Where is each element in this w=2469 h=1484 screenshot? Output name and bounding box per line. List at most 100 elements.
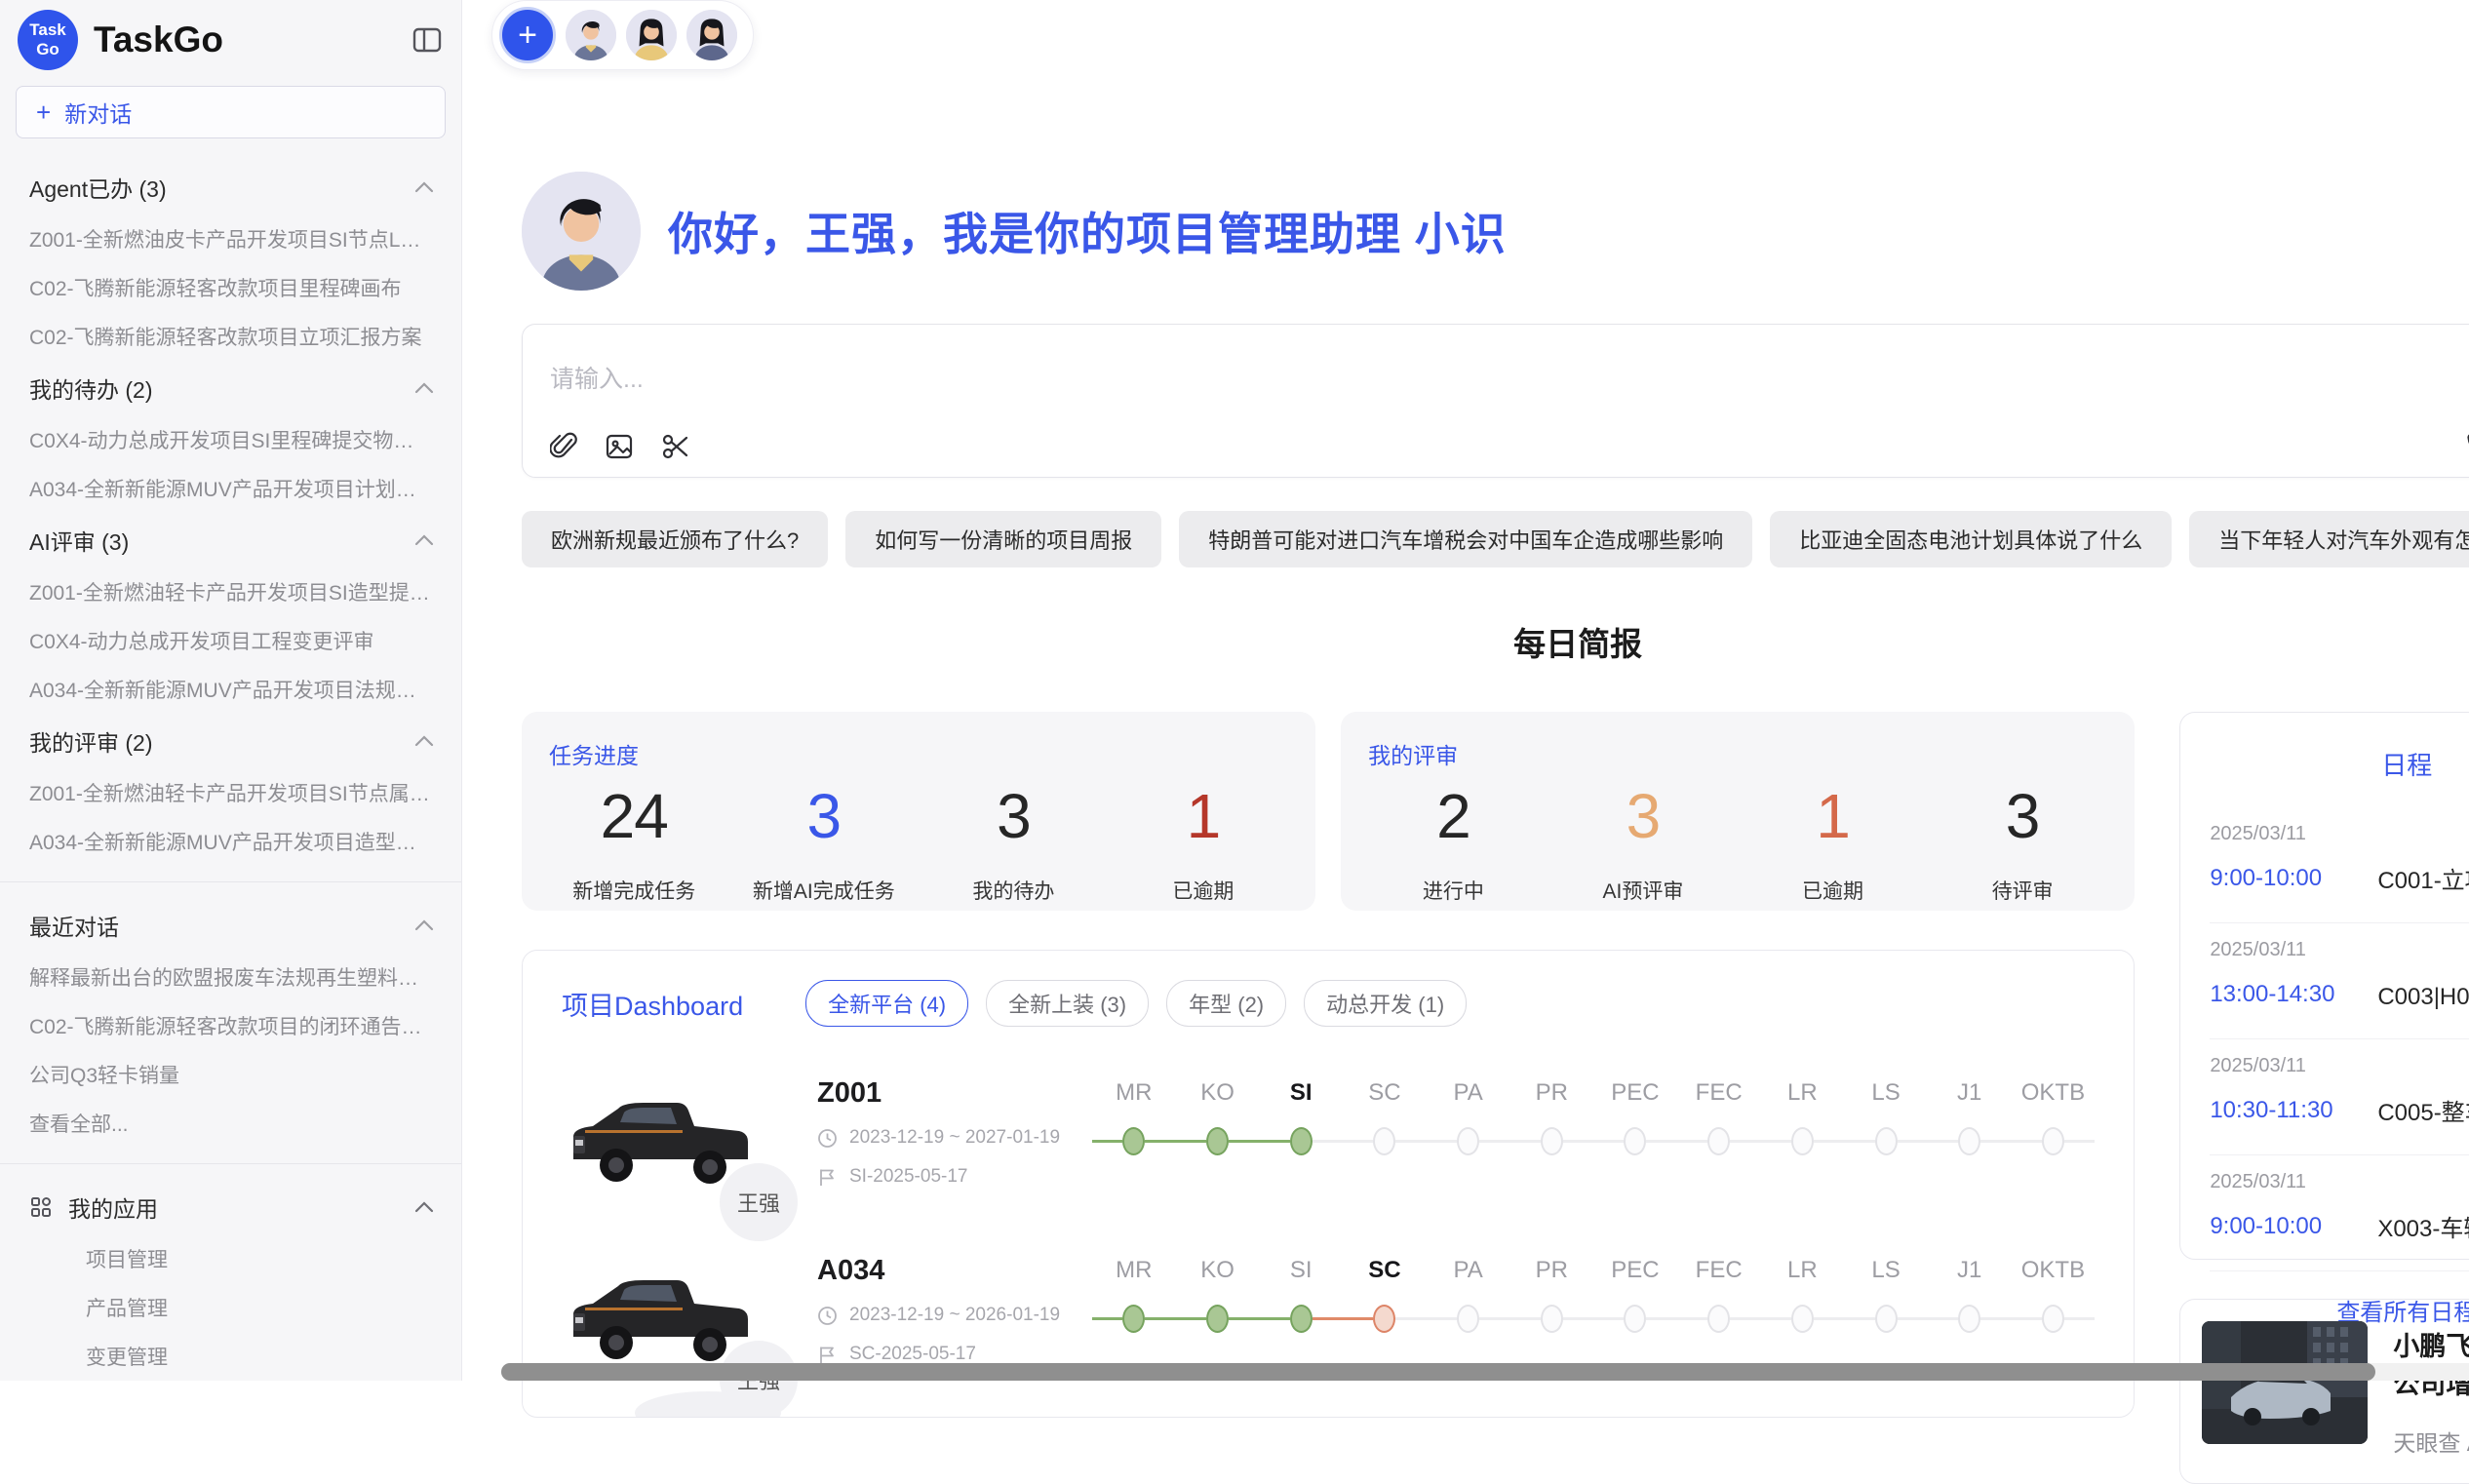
milestone-connector — [1229, 1317, 1259, 1320]
sidebar-item[interactable]: A034-全新新能源MUV产品开发项目计划变更表编写 — [0, 464, 461, 513]
horizontal-scrollbar-track[interactable] — [501, 1363, 2469, 1381]
content: 你好，王强，我是你的项目管理助理 小识 请输入... — [462, 70, 2469, 1484]
chat-input-placeholder: 请输入... — [550, 360, 2469, 395]
sidebar-item[interactable]: C02-飞腾新能源轻客改款项目里程碑画布 — [0, 263, 461, 312]
apps-grid-icon — [29, 1195, 53, 1219]
milestone-dot[interactable] — [2042, 1127, 2064, 1155]
sidebar-item[interactable]: Z001-全新燃油轻卡产品开发项目SI节点属性5D文件评审 — [0, 768, 461, 817]
milestone-dot[interactable] — [1373, 1305, 1395, 1333]
app-item[interactable]: 项目管理 — [0, 1234, 461, 1283]
suggestion-chip[interactable]: 特朗普可能对进口汽车增税会对中国车企造成哪些影响 — [1179, 511, 1752, 567]
briefing-header: 每日简报 — [522, 620, 2469, 663]
recent-chat-item[interactable]: C02-飞腾新能源轻客改款项目的闭环通告反馈情况 — [0, 1001, 461, 1050]
filter-pill[interactable]: 年型 (2) — [1166, 980, 1286, 1027]
milestone-connector — [1563, 1140, 1593, 1143]
milestone-dot[interactable] — [1958, 1305, 1980, 1333]
app-item[interactable]: 变更管理 — [0, 1332, 461, 1381]
topbar: + 王强 — [462, 0, 2469, 70]
sidebar-section-header[interactable]: Agent已办 (3) — [0, 160, 461, 215]
suggestion-chip[interactable]: 当下年轻人对汽车外观有怎样的喜好趋势 — [2189, 511, 2469, 567]
sidebar-item[interactable]: Z001-全新燃油轻卡产品开发项目SI造型提交物评审 — [0, 567, 461, 616]
news-card[interactable]: 小鹏飞行汽车制造公司增资 天眼查 App 显示，近日广州汇天飞行汽 — [2179, 1299, 2469, 1484]
milestone-dot[interactable] — [1791, 1305, 1814, 1333]
my-apps-header[interactable]: 我的应用 — [0, 1180, 461, 1234]
event-title: X003-车辆动力学性能验... — [2358, 1209, 2469, 1243]
chat-input-card[interactable]: 请输入... — [522, 324, 2469, 478]
milestone: PA — [1427, 1257, 1510, 1335]
sidebar-collapse-icon[interactable] — [412, 26, 442, 54]
sidebar-item[interactable]: C02-飞腾新能源轻客改款项目立项汇报方案 — [0, 312, 461, 361]
sidebar-item[interactable]: A034-全新新能源MUV产品开发项目造型可行性评审 — [0, 817, 461, 866]
agent-avatar-1[interactable] — [566, 10, 616, 60]
new-chat-button[interactable]: + 新对话 — [16, 86, 446, 138]
sidebar-section-header[interactable]: 我的待办 (2) — [0, 361, 461, 415]
milestone-node-row — [1928, 1124, 2012, 1157]
milestone-node-row — [1844, 1302, 1928, 1335]
sidebar-item[interactable]: A034-全新新能源MUV产品开发项目法规符合性评审 — [0, 665, 461, 714]
suggestion-chip[interactable]: 欧洲新规最近颁布了什么? — [522, 511, 828, 567]
milestone-dot[interactable] — [1206, 1127, 1229, 1155]
milestone-node-row — [1761, 1302, 1845, 1335]
milestone-dot[interactable] — [1206, 1305, 1229, 1333]
event-date: 2025/03/11 — [2210, 939, 2469, 961]
milestone-connector — [1229, 1140, 1259, 1143]
scissors-icon[interactable] — [661, 432, 690, 461]
project-date-range: 2023-12-19 ~ 2026-01-19 — [817, 1305, 1092, 1326]
horizontal-scrollbar-thumb[interactable] — [501, 1363, 2375, 1381]
event-row: 10:30-11:30C005-整车工程目标评审加入 — [2210, 1093, 2469, 1127]
project-flag-milestone: SI-2025-05-17 — [817, 1166, 1092, 1188]
milestone-dot[interactable] — [1122, 1305, 1145, 1333]
milestone-dot[interactable] — [1624, 1127, 1646, 1155]
sidebar-item[interactable]: C0X4-动力总成开发项目SI里程碑提交物检查 — [0, 415, 461, 464]
milestone-dot[interactable] — [1875, 1305, 1898, 1333]
milestone-dot[interactable] — [1457, 1305, 1479, 1333]
milestone-dot[interactable] — [1290, 1127, 1313, 1155]
agent-avatar-3[interactable] — [686, 10, 737, 60]
milestone-dot[interactable] — [1290, 1305, 1313, 1333]
sidebar-item[interactable]: C0X4-动力总成开发项目工程变更评审 — [0, 616, 461, 665]
recent-chat-item[interactable]: 解释最新出台的欧盟报废车法规再生塑料比例被调至15%... — [0, 953, 461, 1001]
filter-pill[interactable]: 动总开发 (1) — [1304, 980, 1467, 1027]
milestone-connector — [1646, 1140, 1676, 1143]
milestone-dot[interactable] — [2042, 1305, 2064, 1333]
add-agent-button[interactable]: + — [499, 7, 556, 63]
milestone-dot[interactable] — [1457, 1127, 1479, 1155]
filter-pill[interactable]: 全新平台 (4) — [805, 980, 968, 1027]
attachment-icon[interactable] — [550, 432, 577, 461]
suggestion-chip[interactable]: 比亚迪全固态电池计划具体说了什么 — [1770, 511, 2172, 567]
sidebar-section-header[interactable]: 我的评审 (2) — [0, 714, 461, 768]
dashboard-filters: 全新平台 (4) 全新上装 (3) 年型 (2) 动总开发 (1) — [805, 980, 1467, 1027]
filter-pill[interactable]: 全新上装 (3) — [986, 980, 1149, 1027]
milestone-dot[interactable] — [1541, 1305, 1563, 1333]
milestone-dot[interactable] — [1875, 1127, 1898, 1155]
sidebar-item[interactable]: Z001-全新燃油皮卡产品开发项目SI节点Lesson Learn报告 — [0, 215, 461, 263]
milestone-connector — [1563, 1317, 1593, 1320]
milestone-dot[interactable] — [1624, 1305, 1646, 1333]
milestone-dot[interactable] — [1707, 1127, 1730, 1155]
news-body: 小鹏飞行汽车制造公司增资 天眼查 App 显示，近日广州汇天飞行汽 — [2393, 1321, 2469, 1462]
view-all-chats-link[interactable]: 查看全部... — [0, 1099, 461, 1148]
milestone-node-row — [1343, 1302, 1427, 1335]
image-icon[interactable] — [605, 432, 634, 461]
recent-chat-item[interactable]: 公司Q3轻卡销量 — [0, 1050, 461, 1099]
greeting-text: 你好，王强，我是你的项目管理助理 小识 — [668, 199, 1507, 263]
milestone: PEC — [1593, 1257, 1677, 1335]
milestone-dot[interactable] — [1122, 1127, 1145, 1155]
milestone-dot[interactable] — [1791, 1127, 1814, 1155]
milestone-connector — [1479, 1317, 1509, 1320]
phone-icon[interactable] — [2465, 431, 2469, 460]
milestone: LS — [1844, 1079, 1928, 1157]
milestone-dot[interactable] — [1373, 1127, 1395, 1155]
suggestion-chip[interactable]: 如何写一份清晰的项目周报 — [845, 511, 1161, 567]
agent-avatar-2[interactable] — [626, 10, 677, 60]
milestone: KO — [1176, 1079, 1260, 1157]
event-row: 9:00-10:00C001-立项审批会加入 — [2210, 861, 2469, 895]
milestone-dot[interactable] — [1541, 1127, 1563, 1155]
plus-icon: + — [36, 99, 51, 125]
milestone-dot[interactable] — [1707, 1305, 1730, 1333]
sidebar-nav: Agent已办 (3)Z001-全新燃油皮卡产品开发项目SI节点Lesson L… — [0, 154, 461, 1381]
sidebar-section-header[interactable]: AI评审 (3) — [0, 513, 461, 567]
app-item[interactable]: 产品管理 — [0, 1283, 461, 1332]
milestone-dot[interactable] — [1958, 1127, 1980, 1155]
recent-chats-header[interactable]: 最近对话 — [0, 898, 461, 953]
